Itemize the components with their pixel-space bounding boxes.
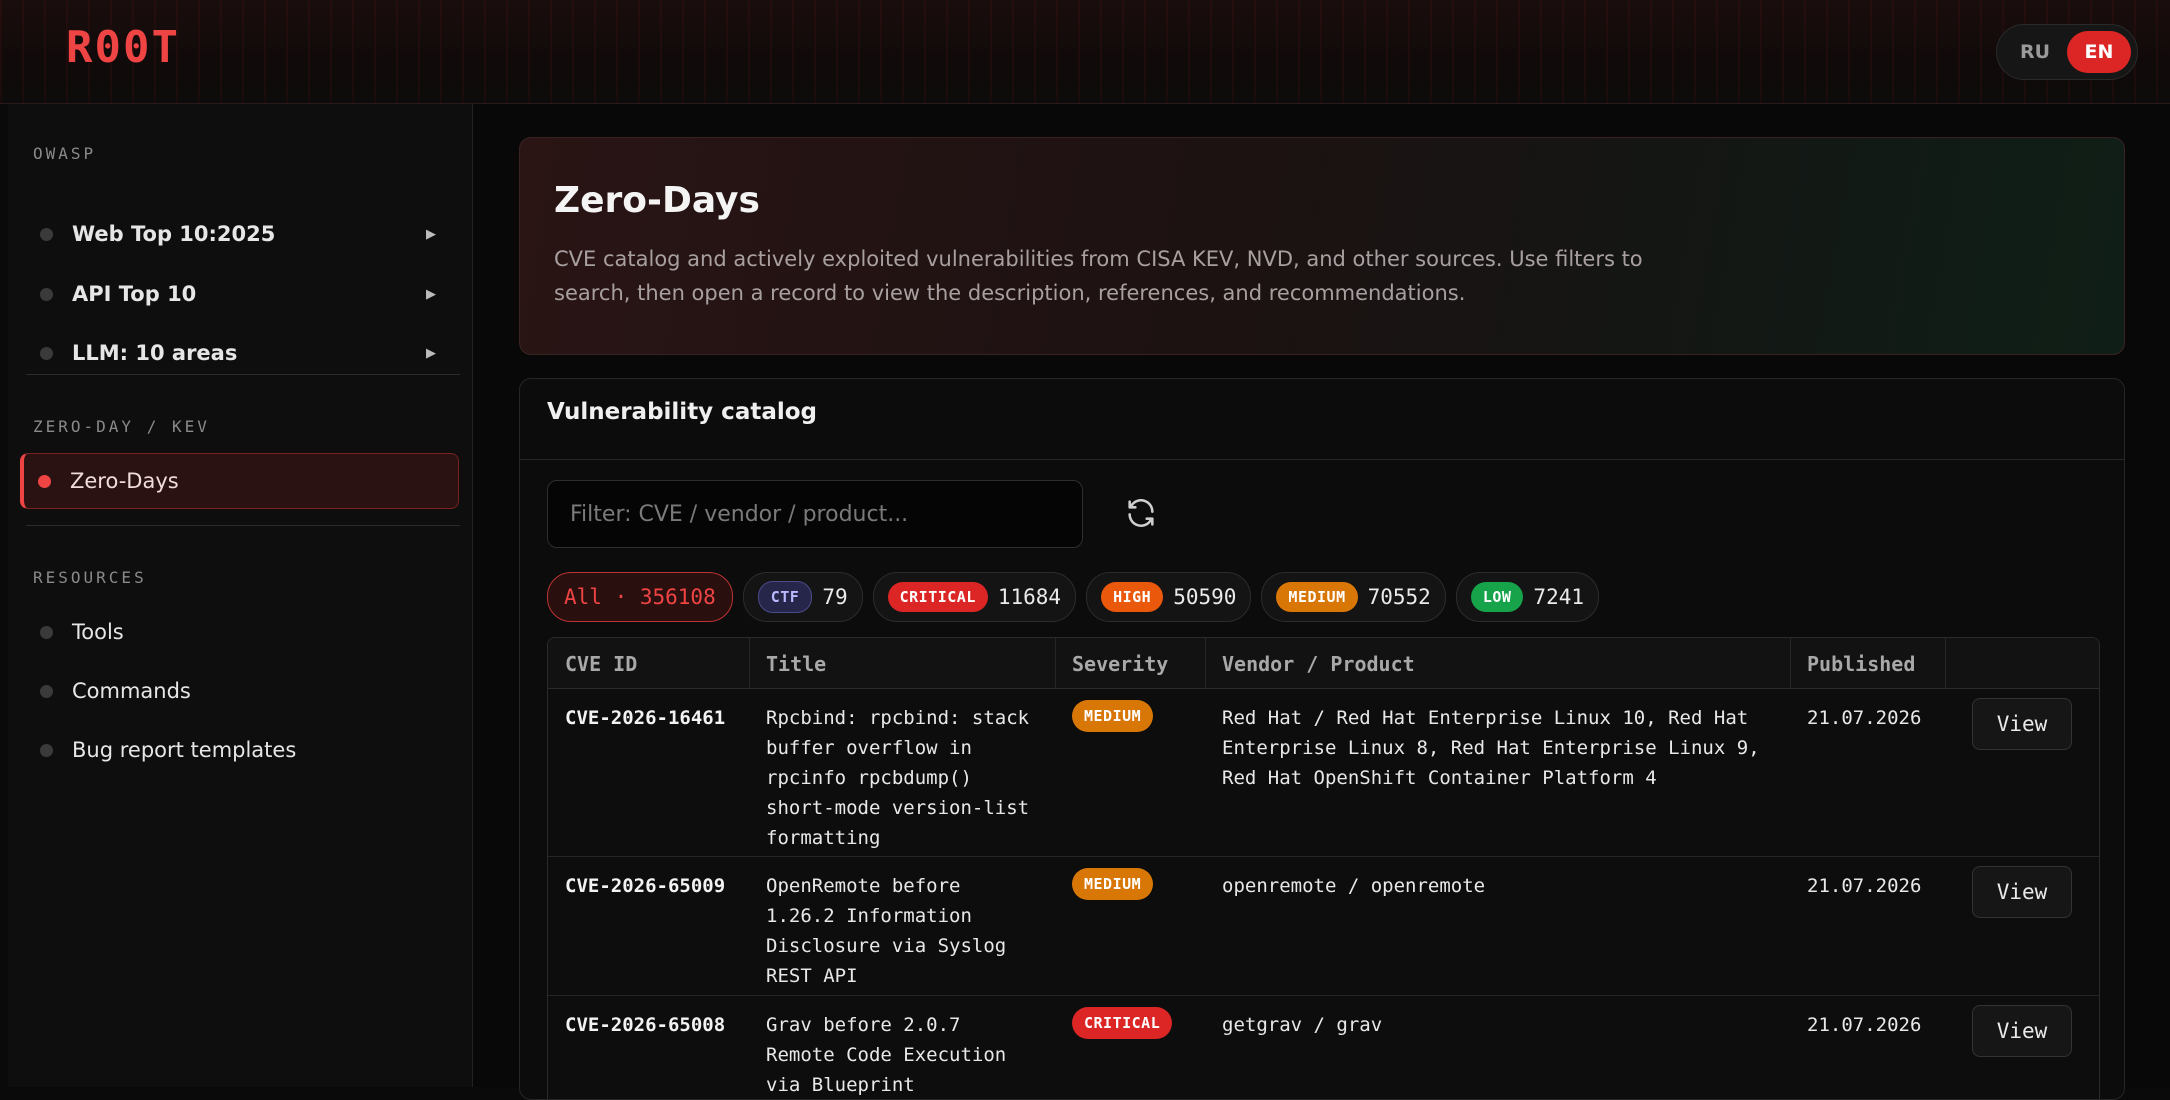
severity-filter-chips: All · 356108 CTF 79 CRITICAL 11684 HIGH … (547, 572, 1599, 622)
bullet-icon (38, 474, 51, 488)
bullet-icon (40, 625, 53, 639)
critical-count: 11684 (997, 585, 1062, 609)
bullet-icon (40, 346, 53, 360)
vulnerability-table: CVE ID Title Severity Vendor / Product P… (547, 637, 2100, 1099)
vendor-product: getgrav / grav (1222, 1014, 1383, 1036)
sidebar-item-api-top10[interactable]: API Top 10 ▶ (22, 268, 456, 320)
view-button[interactable]: View (1972, 866, 2072, 918)
caret-right-icon: ▶ (426, 286, 436, 302)
filter-input[interactable] (547, 480, 1083, 548)
medium-badge: MEDIUM (1276, 582, 1358, 612)
section-title-resources: RESOURCES (33, 568, 147, 587)
ctf-count: 79 (822, 585, 848, 609)
main-content: Zero-Days CVE catalog and actively explo… (473, 104, 2170, 1100)
table-header: CVE ID Title Severity Vendor / Product P… (548, 638, 2099, 689)
lang-ru-button[interactable]: RU (2003, 31, 2067, 73)
logo[interactable]: R00T (66, 22, 180, 73)
column-header-vendor-product[interactable]: Vendor / Product (1222, 652, 1415, 676)
section-title-owasp: OWASP (33, 144, 97, 163)
chip-low[interactable]: LOW 7241 (1455, 572, 1599, 622)
published-date: 21.07.2026 (1807, 707, 1922, 729)
sidebar-item-llm[interactable]: LLM: 10 areas ▶ (22, 327, 456, 379)
view-button[interactable]: View (1972, 698, 2072, 750)
sidebar-item-zero-days[interactable]: Zero-Days (20, 453, 459, 509)
lang-en-button[interactable]: EN (2067, 31, 2131, 73)
bullet-icon (40, 227, 53, 241)
card-title: Vulnerability catalog (547, 399, 818, 425)
hero-banner: Zero-Days CVE catalog and actively explo… (519, 137, 2125, 355)
caret-right-icon: ▶ (426, 226, 436, 242)
divider (26, 525, 460, 526)
column-header-title[interactable]: Title (766, 652, 826, 676)
severity-badge: CRITICAL (1072, 1007, 1173, 1039)
sidebar-item-label: Zero-Days (70, 469, 179, 493)
sidebar-item-commands[interactable]: Commands (22, 665, 456, 717)
low-count: 7241 (1533, 585, 1584, 609)
page-title: Zero-Days (554, 180, 760, 221)
chip-high[interactable]: HIGH 50590 (1086, 572, 1252, 622)
sidebar-item-label: Bug report templates (72, 738, 297, 762)
table-row[interactable]: CVE-2026-65009 OpenRemote before 1.26.2 … (548, 857, 2099, 996)
high-count: 50590 (1173, 585, 1237, 609)
top-header: R00T RU EN (0, 0, 2170, 104)
vendor-product: Red Hat / Red Hat Enterprise Linux 10, R… (1222, 707, 1760, 789)
sidebar-item-tools[interactable]: Tools (22, 606, 456, 658)
bullet-icon (40, 743, 53, 757)
sidebar-item-label: LLM: 10 areas (72, 341, 238, 365)
cve-id: CVE-2026-65009 (565, 875, 726, 897)
sidebar-item-label: Commands (72, 679, 191, 703)
table-row[interactable]: CVE-2026-16461 Rpcbind: rpcbind: stack b… (548, 689, 2099, 857)
sidebar-item-web-top10[interactable]: Web Top 10:2025 ▶ (22, 208, 456, 260)
sidebar-item-label: API Top 10 (72, 282, 197, 306)
critical-badge: CRITICAL (887, 582, 988, 612)
page-description: CVE catalog and actively exploited vulne… (554, 247, 1643, 305)
language-switcher: RU EN (1996, 24, 2138, 80)
card-header: Vulnerability catalog (520, 379, 2124, 460)
refresh-icon[interactable] (1124, 496, 1158, 530)
sidebar-item-bug-report-templates[interactable]: Bug report templates (22, 724, 456, 776)
severity-badge: MEDIUM (1072, 700, 1154, 732)
low-badge: LOW (1470, 582, 1524, 612)
vulnerability-title: Rpcbind: rpcbind: stack buffer overflow … (766, 707, 1030, 849)
high-badge: HIGH (1101, 582, 1164, 612)
cve-id: CVE-2026-65008 (565, 1014, 726, 1036)
published-date: 21.07.2026 (1807, 875, 1922, 897)
chip-all[interactable]: All · 356108 (547, 572, 733, 622)
published-date: 21.07.2026 (1807, 1014, 1922, 1036)
vendor-product: openremote / openremote (1222, 875, 1486, 897)
section-title-zeroday: ZERO-DAY / KEV (33, 417, 210, 436)
sidebar-item-label: Web Top 10:2025 (72, 222, 276, 246)
severity-badge: MEDIUM (1072, 868, 1154, 900)
caret-right-icon: ▶ (426, 345, 436, 361)
column-header-severity[interactable]: Severity (1072, 652, 1168, 676)
divider (26, 374, 460, 375)
medium-count: 70552 (1367, 585, 1431, 609)
view-button[interactable]: View (1972, 1005, 2072, 1057)
table-row[interactable]: CVE-2026-65008 Grav before 2.0.7 Remote … (548, 996, 2099, 1099)
cve-id: CVE-2026-16461 (565, 707, 726, 729)
vulnerability-title: OpenRemote before 1.26.2 Information Dis… (766, 875, 1007, 987)
chip-critical[interactable]: CRITICAL 11684 (872, 572, 1077, 622)
ctf-badge: CTF (757, 581, 813, 613)
vulnerability-catalog-card: Vulnerability catalog All · 356108 CTF 7… (519, 378, 2125, 1100)
bullet-icon (40, 287, 53, 301)
chip-medium[interactable]: MEDIUM 70552 (1261, 572, 1446, 622)
sidebar: OWASP Web Top 10:2025 ▶ API Top 10 ▶ LLM… (8, 104, 473, 1087)
chip-ctf[interactable]: CTF 79 (742, 572, 863, 622)
bullet-icon (40, 684, 53, 698)
column-header-published[interactable]: Published (1807, 652, 1915, 676)
column-header-cve-id[interactable]: CVE ID (565, 652, 637, 676)
sidebar-item-label: Tools (72, 620, 124, 644)
